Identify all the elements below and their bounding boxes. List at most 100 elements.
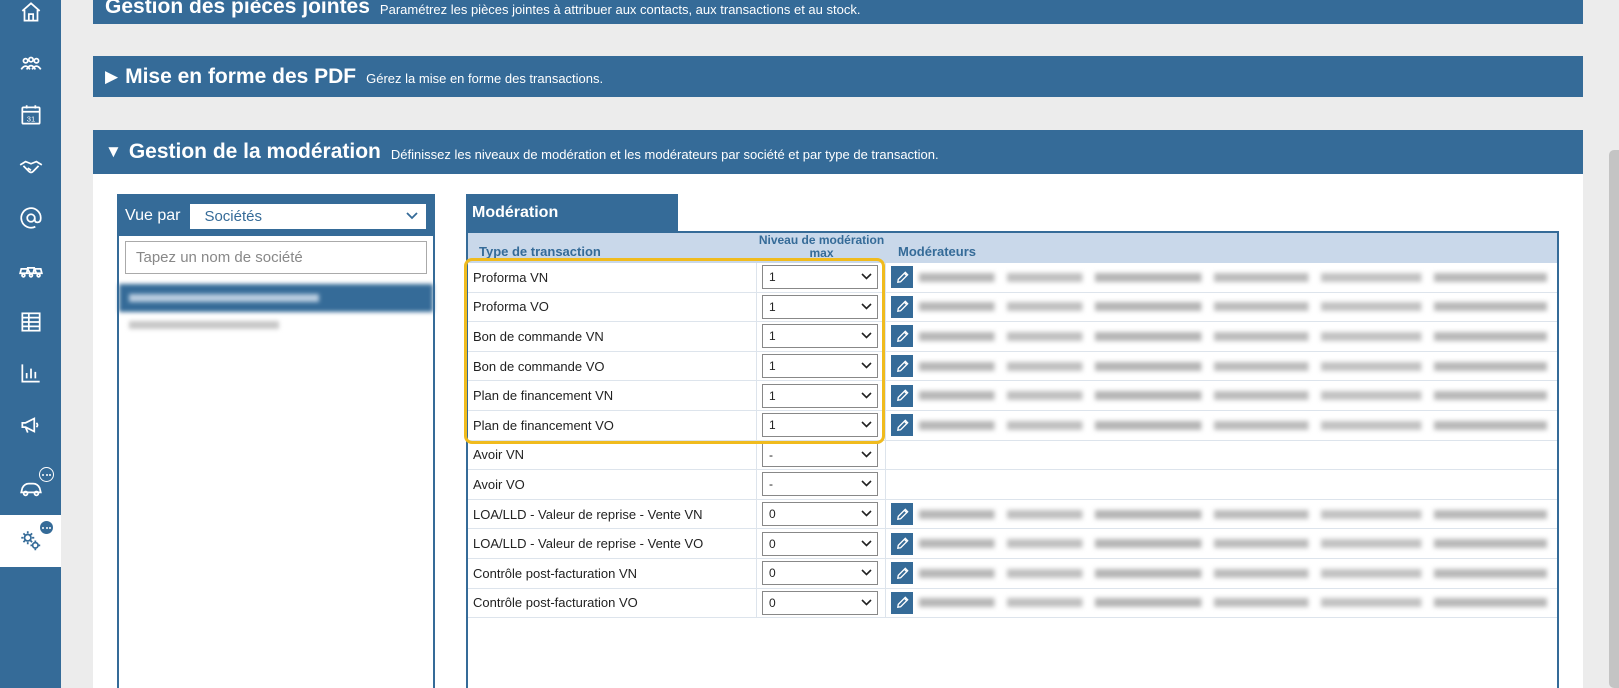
moderators-cell	[886, 559, 1557, 588]
chevron-down-icon	[861, 598, 872, 608]
moderators-cell	[886, 529, 1557, 558]
transaction-type: Avoir VN	[468, 440, 757, 470]
home-icon[interactable]	[0, 0, 61, 38]
chevron-down-icon	[861, 361, 872, 371]
moderation-level-value: -	[769, 447, 773, 462]
edit-moderators-button[interactable]	[891, 591, 913, 614]
chevron-down-icon	[861, 539, 872, 549]
chevron-down-icon	[861, 272, 872, 282]
moderators-list-redacted	[919, 361, 1547, 371]
moderation-level-select[interactable]: 1	[762, 354, 878, 379]
moderation-level-select[interactable]: 0	[762, 590, 878, 615]
svg-text:31: 31	[26, 115, 34, 124]
table-row: Proforma VO 1	[468, 292, 1557, 323]
table-row: Plan de financement VN 1	[468, 381, 1557, 411]
chevron-down-icon	[861, 302, 872, 312]
moderation-level-select[interactable]: 1	[762, 294, 878, 319]
table-row: Contrôle post-facturation VN 0	[468, 559, 1557, 589]
moderation-table: Type de transaction Niveau de modération…	[466, 231, 1559, 688]
company-search-placeholder: Tapez un nom de société	[136, 249, 303, 266]
pdf-section-header[interactable]: ▶ Mise en forme des PDF Gérez la mise en…	[93, 56, 1583, 97]
edit-moderators-button[interactable]	[891, 295, 913, 318]
table-row: LOA/LLD - Valeur de reprise - Vente VN 0	[468, 499, 1557, 530]
moderation-level-select[interactable]: -	[762, 472, 878, 497]
moderation-section-header[interactable]: ▼ Gestion de la modération Définissez le…	[93, 130, 1583, 174]
moderation-level-value: 0	[769, 595, 776, 610]
edit-moderators-button[interactable]	[891, 532, 913, 555]
chevron-down-icon	[861, 391, 872, 401]
pencil-icon	[895, 507, 910, 522]
tab-moderation[interactable]: Modération	[466, 194, 678, 231]
handshake-icon[interactable]	[0, 141, 61, 193]
pencil-icon	[895, 299, 910, 314]
moderation-level-select[interactable]: 0	[762, 531, 878, 556]
company-item[interactable]	[119, 312, 433, 338]
moderators-list-redacted	[919, 509, 1547, 519]
page-scrollbar[interactable]	[1609, 150, 1619, 688]
car-icon[interactable]	[0, 462, 61, 514]
vehicles-icon[interactable]	[0, 244, 61, 296]
company-item-selected[interactable]	[119, 284, 433, 312]
moderation-level-select[interactable]: 1	[762, 265, 878, 290]
company-search-input[interactable]: Tapez un nom de société	[125, 241, 427, 274]
moderation-level-value: 0	[769, 507, 776, 522]
column-header-type: Type de transaction	[479, 243, 601, 259]
table-row: Avoir VN -	[468, 440, 1557, 471]
moderators-cell	[886, 352, 1557, 381]
pencil-icon	[895, 418, 910, 433]
moderation-level-value: 1	[769, 418, 776, 433]
more-badge-icon	[39, 467, 54, 482]
chevron-down-icon	[861, 568, 872, 578]
edit-moderators-button[interactable]	[891, 503, 913, 526]
edit-moderators-button[interactable]	[891, 325, 913, 348]
edit-moderators-button[interactable]	[891, 384, 913, 407]
collapse-arrow-icon: ▼	[105, 142, 122, 161]
chart-icon[interactable]	[0, 347, 61, 399]
attachments-section-header[interactable]: Gestion des pièces jointes Paramétrez le…	[93, 0, 1583, 24]
moderation-level-select[interactable]: 0	[762, 502, 878, 527]
column-header-moderators: Modérateurs	[898, 243, 977, 259]
moderators-list-redacted	[919, 598, 1547, 608]
moderation-level-value: 1	[769, 299, 776, 314]
users-icon[interactable]	[0, 38, 61, 90]
moderation-level-value: -	[769, 477, 773, 492]
transaction-type: Contrôle post-facturation VO	[468, 588, 757, 618]
vue-par-select[interactable]: Sociétés	[190, 203, 427, 229]
moderation-level-value: 1	[769, 270, 776, 285]
moderation-level-select[interactable]: 1	[762, 324, 878, 349]
section-subtitle: Gérez la mise en forme des transactions.	[366, 71, 604, 86]
settings-icon[interactable]	[0, 515, 61, 567]
moderators-list-redacted	[919, 420, 1547, 430]
table-row: Avoir VO -	[468, 470, 1557, 500]
section-title: Mise en forme des PDF	[125, 64, 357, 88]
moderation-level-select[interactable]: 0	[762, 561, 878, 586]
at-icon[interactable]	[0, 192, 61, 244]
vue-par-label: Vue par	[125, 207, 181, 224]
edit-moderators-button[interactable]	[891, 355, 913, 378]
pencil-icon	[895, 270, 910, 285]
column-header-level: Niveau de modération max	[758, 233, 885, 260]
moderators-list-redacted	[919, 568, 1547, 578]
edit-moderators-button[interactable]	[891, 414, 913, 437]
calendar-icon[interactable]: 31	[0, 89, 61, 141]
edit-moderators-button[interactable]	[891, 562, 913, 585]
moderation-level-select[interactable]: 1	[762, 383, 878, 408]
table-icon[interactable]	[0, 296, 61, 348]
moderators-list-redacted	[919, 331, 1547, 341]
section-subtitle: Paramétrez les pièces jointes à attribue…	[379, 1, 861, 17]
moderators-cell	[886, 500, 1557, 529]
pencil-icon	[895, 388, 910, 403]
moderators-list-redacted	[919, 272, 1547, 282]
table-row: Contrôle post-facturation VO 0	[468, 588, 1557, 619]
expand-arrow-icon: ▶	[105, 66, 119, 86]
section-subtitle: Définissez les niveaux de modération et …	[390, 146, 939, 162]
moderation-level-select[interactable]: -	[762, 442, 878, 467]
moderation-level-value: 0	[769, 566, 776, 581]
moderation-level-select[interactable]: 1	[762, 413, 878, 438]
moderation-level-value: 1	[769, 329, 776, 344]
table-header: Type de transaction Niveau de modération…	[468, 233, 1557, 263]
megaphone-icon[interactable]	[0, 399, 61, 451]
edit-moderators-button[interactable]	[891, 266, 913, 289]
transaction-type: Bon de commande VN	[468, 322, 757, 351]
more-badge-icon	[39, 520, 54, 535]
